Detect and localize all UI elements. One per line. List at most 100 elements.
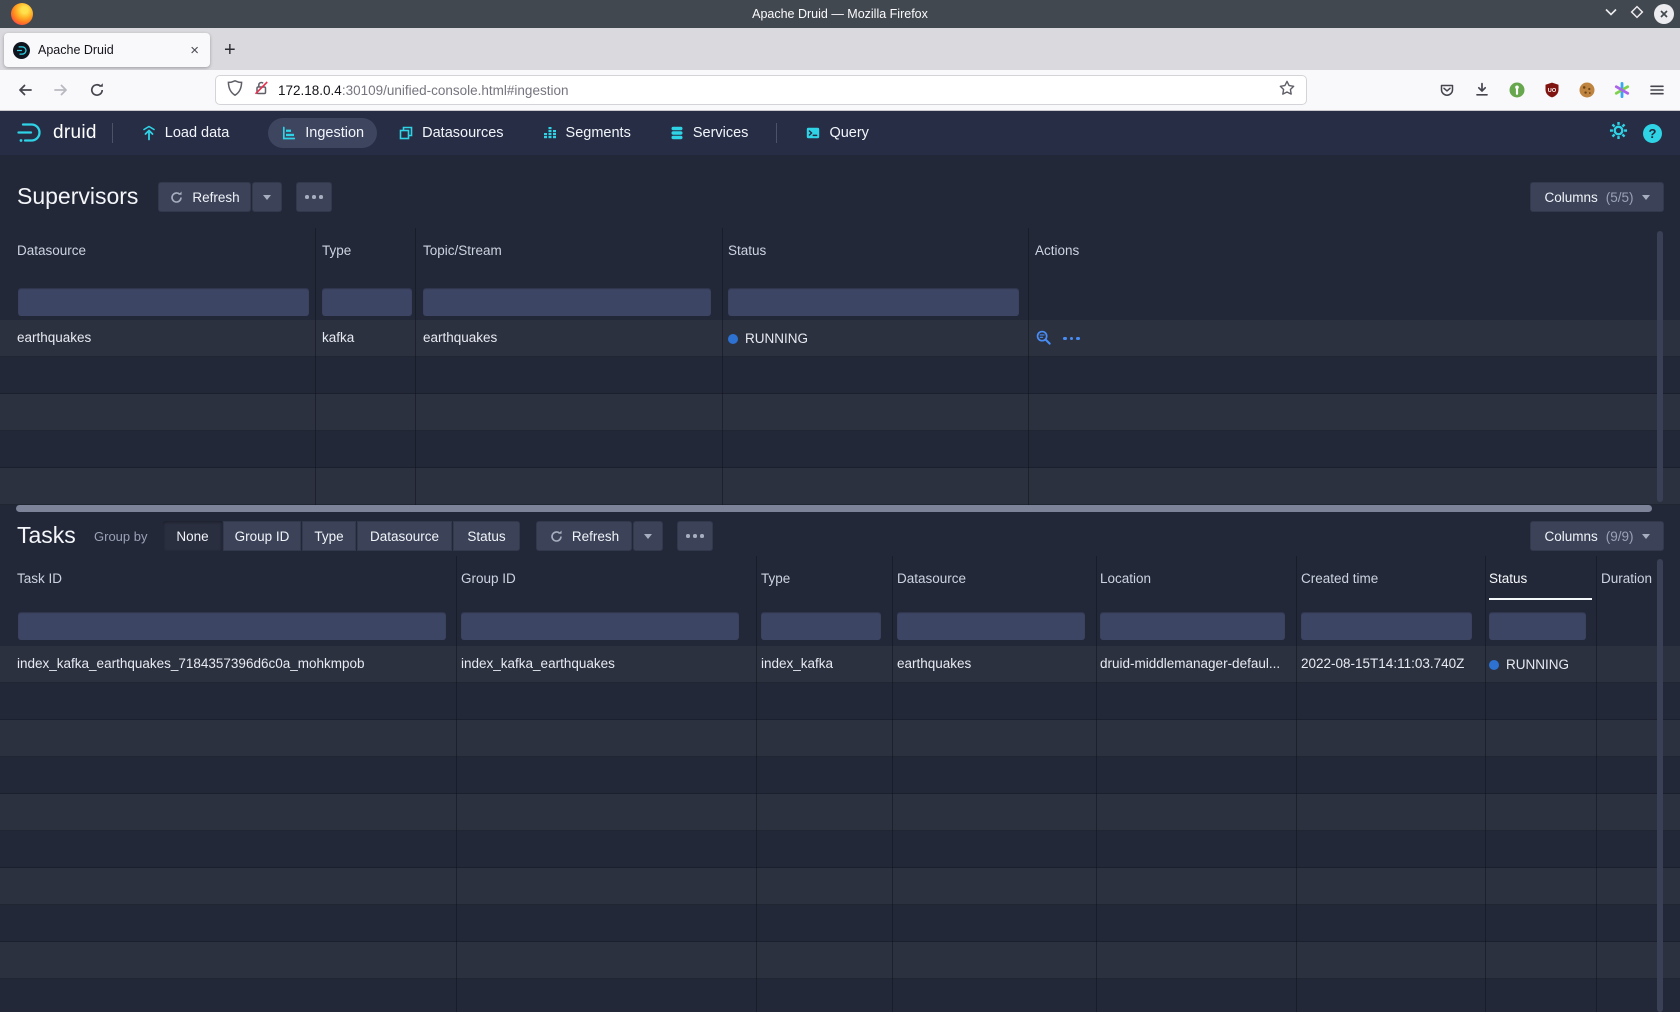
task-location-filter-input[interactable]: [1100, 612, 1285, 640]
new-tab-button[interactable]: +: [224, 37, 236, 63]
help-icon[interactable]: ?: [1643, 124, 1662, 143]
insecure-lock-icon[interactable]: [252, 79, 270, 102]
group-by-group-id-button[interactable]: Group ID: [223, 521, 301, 551]
task-header-duration[interactable]: Duration: [1601, 556, 1652, 600]
group-by-none-button[interactable]: None: [163, 521, 222, 551]
column-divider: [415, 228, 416, 505]
task-cell-task-id: index_kafka_earthquakes_7184357396d6c0a_…: [17, 646, 365, 683]
task-group-id-filter-input[interactable]: [461, 612, 739, 640]
nav-item-query[interactable]: Query: [792, 118, 882, 148]
table-row-empty: [0, 757, 1680, 794]
task-cell-type: index_kafka: [761, 646, 833, 683]
extension-green-icon[interactable]: [1508, 81, 1526, 104]
tasks-more-button[interactable]: [677, 521, 713, 551]
druid-logo-icon: [16, 120, 44, 146]
druid-logo[interactable]: druid: [16, 120, 97, 146]
tasks-refresh-button[interactable]: Refresh: [536, 521, 632, 551]
ingestion-icon: [281, 125, 297, 141]
group-by-status-button[interactable]: Status: [453, 521, 520, 551]
menu-hamburger-icon[interactable]: [1648, 81, 1666, 104]
task-header-group-id[interactable]: Group ID: [461, 556, 516, 600]
druid-console: druid Load data Ingestion Datasources Se…: [0, 111, 1680, 1012]
caret-down-icon: [263, 195, 271, 200]
columns-count: (9/9): [1606, 529, 1634, 544]
window-minimize-icon[interactable]: [1602, 3, 1620, 26]
nav-item-datasources[interactable]: Datasources: [385, 118, 516, 148]
tab-close-icon[interactable]: ×: [188, 43, 201, 58]
window-titlebar: Apache Druid — Mozilla Firefox: [0, 0, 1680, 28]
window-maximize-icon[interactable]: [1628, 3, 1646, 26]
sup-header-type[interactable]: Type: [322, 228, 351, 272]
task-header-datasource[interactable]: Datasource: [897, 556, 966, 600]
inspect-magnifier-icon[interactable]: [1035, 329, 1052, 349]
shield-icon[interactable]: [226, 79, 244, 102]
supervisors-refresh-caret-button[interactable]: [252, 182, 282, 212]
table-row-empty: [0, 905, 1680, 942]
browser-toolbar: 172.18.0.4:30109/unified-console.html#in…: [0, 70, 1680, 111]
cookie-icon[interactable]: [1578, 81, 1596, 104]
nav-item-segments[interactable]: Segments: [529, 118, 644, 148]
reload-icon[interactable]: [88, 81, 106, 104]
task-header-type[interactable]: Type: [761, 556, 790, 600]
task-header-location[interactable]: Location: [1100, 556, 1151, 600]
nav-item-label: Services: [693, 125, 749, 141]
sup-header-topic-stream[interactable]: Topic/Stream: [423, 228, 502, 272]
supervisors-columns-button[interactable]: Columns (5/5): [1530, 182, 1664, 212]
group-by-type-button[interactable]: Type: [302, 521, 356, 551]
task-type-filter-input[interactable]: [761, 612, 881, 640]
table-row-empty: [0, 357, 1680, 394]
table-row-empty: [0, 794, 1680, 831]
sup-datasource-filter-input[interactable]: [18, 288, 309, 316]
bookmark-star-icon[interactable]: [1278, 79, 1296, 102]
back-icon[interactable]: [16, 81, 34, 104]
task-header-status-sorted[interactable]: Status: [1489, 556, 1527, 600]
browser-tab-active[interactable]: Apache Druid ×: [4, 33, 210, 67]
screen: Apache Druid — Mozilla Firefox Apache Dr…: [0, 0, 1680, 1012]
task-row[interactable]: index_kafka_earthquakes_7184357396d6c0a_…: [0, 646, 1680, 683]
tasks-refresh-caret-button[interactable]: [633, 521, 663, 551]
task-header-task-id[interactable]: Task ID: [17, 556, 62, 600]
tasks-vertical-scrollbar[interactable]: [1657, 559, 1663, 1012]
pocket-icon[interactable]: [1438, 81, 1456, 104]
nav-item-ingestion[interactable]: Ingestion: [268, 118, 377, 148]
druid-navbar: druid Load data Ingestion Datasources Se…: [0, 111, 1680, 155]
column-divider: [315, 228, 316, 505]
supervisors-horizontal-scrollbar[interactable]: [16, 505, 1652, 512]
ublock-icon[interactable]: UO: [1543, 81, 1561, 104]
downloads-icon[interactable]: [1473, 81, 1491, 104]
datasources-icon: [398, 125, 414, 141]
sup-type-filter-input[interactable]: [322, 288, 412, 316]
supervisors-more-button[interactable]: [296, 182, 332, 212]
forward-icon[interactable]: [52, 81, 70, 104]
caret-down-icon: [1642, 534, 1650, 539]
task-status-filter-input[interactable]: [1489, 612, 1586, 640]
sup-header-status[interactable]: Status: [728, 228, 766, 272]
supervisors-vertical-scrollbar[interactable]: [1657, 231, 1663, 502]
extension-asterisk-icon[interactable]: [1613, 81, 1631, 104]
task-id-filter-input[interactable]: [18, 612, 446, 640]
sup-header-actions: Actions: [1035, 228, 1079, 272]
sup-status-filter-input[interactable]: [728, 288, 1019, 316]
nav-item-load-data[interactable]: Load data: [128, 118, 243, 148]
columns-label: Columns: [1544, 190, 1597, 205]
window-close-icon[interactable]: [1654, 4, 1674, 24]
settings-gear-icon[interactable]: [1609, 121, 1628, 145]
nav-item-services[interactable]: Services: [656, 118, 762, 148]
sup-topic-filter-input[interactable]: [423, 288, 711, 316]
group-by-datasource-button[interactable]: Datasource: [357, 521, 452, 551]
column-divider: [1485, 556, 1486, 1012]
status-dot: [1489, 660, 1499, 670]
table-row-empty: [0, 942, 1680, 979]
url-bar[interactable]: 172.18.0.4:30109/unified-console.html#in…: [216, 76, 1306, 104]
task-header-created-time[interactable]: Created time: [1301, 556, 1378, 600]
sup-header-datasource[interactable]: Datasource: [17, 228, 86, 272]
row-more-icon[interactable]: [1063, 337, 1080, 341]
supervisors-refresh-button[interactable]: Refresh: [158, 182, 251, 212]
sup-cell-topic: earthquakes: [423, 320, 497, 357]
tasks-columns-button[interactable]: Columns (9/9): [1530, 521, 1664, 551]
task-datasource-filter-input[interactable]: [897, 612, 1085, 640]
sup-cell-status: RUNNING: [728, 320, 808, 357]
task-created-time-filter-input[interactable]: [1301, 612, 1472, 640]
supervisor-row[interactable]: earthquakes kafka earthquakes RUNNING: [0, 320, 1680, 357]
supervisors-title: Supervisors: [17, 183, 138, 210]
